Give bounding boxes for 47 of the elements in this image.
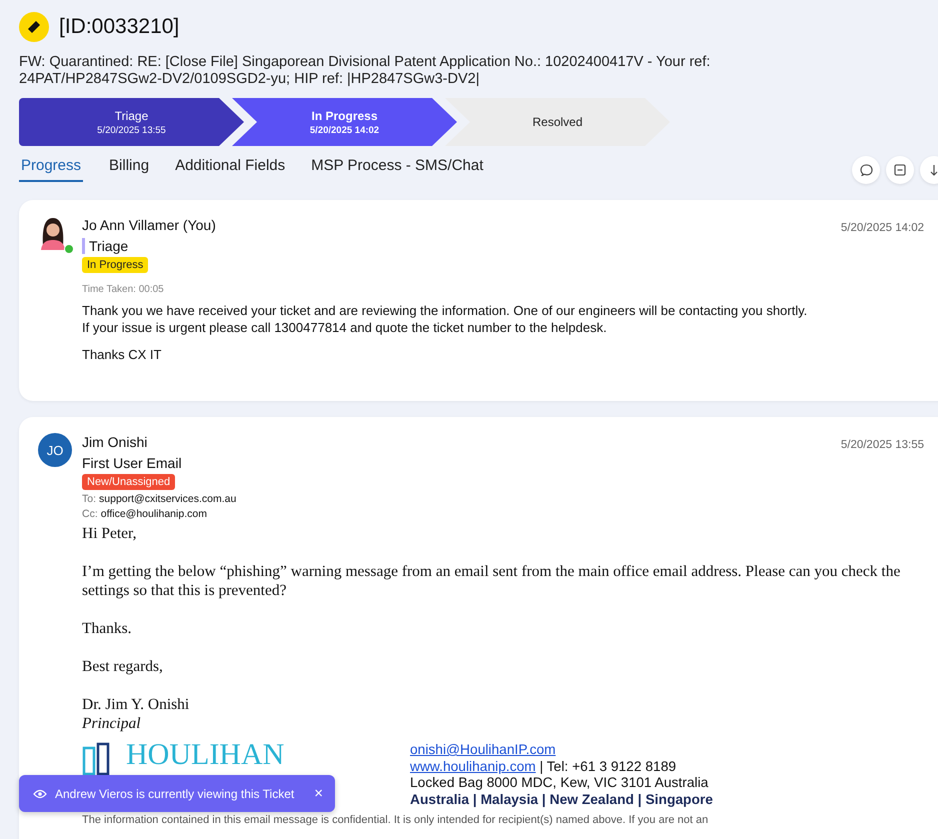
to-address: support@cxitservices.com.au	[99, 493, 236, 505]
time-taken: Time Taken: 00:05	[82, 284, 165, 295]
cc-label: Cc:	[82, 508, 98, 520]
ticket-id: [ID:0033210]	[59, 15, 180, 39]
phone-text: | Tel: +61 3 9122 8189	[538, 758, 676, 774]
ticket-icon	[19, 12, 49, 42]
to-label: To:	[82, 493, 96, 505]
cc-address: office@houlihanip.com	[100, 508, 207, 520]
regions-text: Australia | Malaysia | New Zealand | Singapore	[410, 792, 713, 808]
website-link[interactable]: www.houlihanip.com	[410, 758, 536, 774]
tab[interactable]: Additional Fields	[175, 150, 286, 182]
email-text: Hi Peter,	[82, 524, 138, 543]
address-text: Locked Bag 8000 MDC, Kew, VIC 3101 Australia	[410, 775, 710, 792]
author-name: Jo Ann Villamer (You)	[82, 217, 216, 233]
ticket-subject: FW: Quarantined: RE: [Close File] Singaporean Divisional Patent Application No.: 10202400417V - Your ref: 24PAT/HP2847SGw2-DV2/0109SGD2-yu; HIP ref: |HP2847SGw3-DV2|	[19, 54, 712, 88]
email-link[interactable]: onishi@HoulihanIP.com	[410, 742, 556, 757]
eye-icon	[33, 788, 47, 798]
logo-text: HOULIHAN	[126, 742, 284, 768]
comment-button[interactable]	[852, 156, 880, 184]
stage-label: First User Email	[82, 455, 183, 471]
tab[interactable]: Progress	[19, 150, 84, 182]
collapse-button[interactable]	[886, 156, 914, 184]
email-text: I’m getting the below “phishing” warning message from an email sent from the main office email address. Please can you check the settings so that this is prevented?	[82, 562, 902, 600]
speech-bubble-icon	[860, 164, 872, 176]
note-text: Thank you we have received your ticket and are reviewing the information. One of our engineers will be contacting you shortly. If your issue is urgent please call 1300477814 and quote the ticket number to the helpdesk.	[82, 302, 808, 336]
disclaimer-text: The information contained in this email message is confidential. It is only intended for recipient(s) named above. If you are not an	[82, 814, 710, 826]
stage-label: Triage	[82, 238, 924, 254]
minus-square-icon	[894, 164, 906, 176]
author-name: Jim Onishi	[82, 434, 148, 450]
avatar: JO	[38, 433, 72, 467]
message-date: 5/20/2025 13:55	[840, 439, 924, 451]
close-button[interactable]: ×	[314, 785, 323, 802]
arrow-down-icon	[929, 164, 938, 176]
signature-name: Dr. Jim Y. Onishi	[82, 695, 190, 714]
stage-step[interactable]: Resolved	[445, 98, 670, 146]
message-date: 5/20/2025 14:02	[840, 222, 924, 234]
toast-message: Andrew Vieros is currently viewing this Ticket	[55, 786, 296, 800]
stage-step[interactable]: In Progress 5/20/2025 14:02	[232, 98, 457, 146]
stage-step[interactable]: Triage 5/20/2025 13:55	[19, 98, 244, 146]
tab[interactable]: MSP Process - SMS/Chat	[311, 150, 484, 182]
status-badge: New/Unassigned	[82, 474, 176, 490]
signature-title: Principal	[82, 714, 142, 733]
email-text: Best regards,	[82, 657, 164, 676]
tab[interactable]: Billing	[109, 150, 150, 182]
status-badge: In Progress	[82, 257, 148, 273]
email-text: Thanks.	[82, 619, 133, 638]
note-text: Thanks CX IT	[82, 346, 162, 363]
